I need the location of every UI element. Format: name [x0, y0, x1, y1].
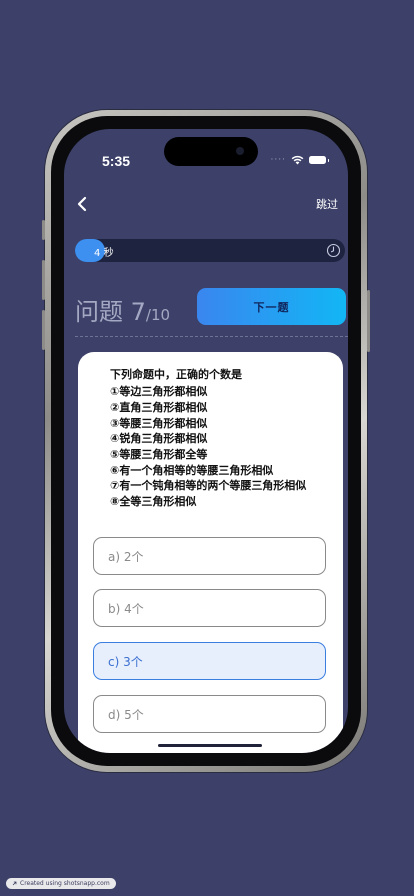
- created-using-badge[interactable]: Created using shotsnapp.com: [6, 878, 116, 889]
- status-time: 5:35: [102, 153, 131, 169]
- question-card: 下列命题中，正确的个数是 ①等边三角形都相似 ②直角三角形都相似 ③等腰三角形都…: [78, 352, 343, 753]
- timer-unit: 秒: [103, 248, 114, 259]
- signal-icon: ····: [270, 155, 286, 165]
- statement-3: ③等腰三角形都相似: [110, 417, 208, 430]
- answer-option-d[interactable]: d) 5个: [93, 695, 326, 733]
- question-total: /10: [145, 306, 171, 324]
- skip-button[interactable]: 跳过: [316, 196, 338, 212]
- dashed-divider: [75, 336, 348, 337]
- statement-7: ⑦有一个钝角相等的两个等腰三角形相似: [110, 479, 307, 492]
- statement-4: ④锐角三角形都相似: [110, 432, 208, 445]
- arrow-up-right-icon: [12, 881, 17, 886]
- question-title: 下列命题中，正确的个数是: [110, 368, 242, 381]
- phone-bezel: 5:35 ···· 跳过 4 秒 问题 7/10 下一题 下列命题中，正确的个数…: [51, 116, 361, 766]
- statement-6: ⑥有一个角相等的等腰三角形相似: [110, 464, 274, 477]
- page-canvas: 5:35 ···· 跳过 4 秒 问题 7/10 下一题 下列命题中，正确的个数…: [0, 0, 414, 896]
- question-prefix: 问题: [75, 298, 123, 326]
- action-button: [42, 220, 45, 240]
- back-button[interactable]: [72, 193, 92, 215]
- statement-1: ①等边三角形都相似: [110, 385, 208, 398]
- answer-option-c[interactable]: c) 3个: [93, 642, 326, 680]
- timer-seconds: 4: [94, 248, 101, 259]
- home-indicator[interactable]: [158, 744, 262, 747]
- power-button: [367, 290, 370, 352]
- timer-bar: 4 秒: [75, 239, 345, 262]
- statement-8: ⑧全等三角形相似: [110, 495, 197, 508]
- phone-frame: 5:35 ···· 跳过 4 秒 问题 7/10 下一题 下列命题中，正确的个数…: [42, 110, 370, 772]
- dynamic-island: [164, 137, 258, 166]
- volume-up-button: [42, 260, 45, 300]
- question-counter: 问题 7/10: [75, 292, 170, 327]
- volume-down-button: [42, 310, 45, 350]
- chevron-left-icon: [77, 196, 87, 212]
- clock-icon: [326, 243, 341, 258]
- next-question-button[interactable]: 下一题: [197, 288, 346, 325]
- front-camera-icon: [236, 147, 244, 155]
- timer-label: 4 秒: [94, 244, 114, 259]
- question-number: 7: [130, 298, 146, 326]
- answer-option-b[interactable]: b) 4个: [93, 589, 326, 627]
- app-screen: 5:35 ···· 跳过 4 秒 问题 7/10 下一题 下列命题中，正确的个数…: [64, 129, 348, 753]
- answer-option-a[interactable]: a) 2个: [93, 537, 326, 575]
- wifi-icon: [291, 155, 304, 165]
- badge-text: Created using shotsnapp.com: [20, 880, 110, 887]
- battery-icon: [309, 156, 329, 164]
- statement-5: ⑤等腰三角形都全等: [110, 448, 208, 461]
- statement-2: ②直角三角形都相似: [110, 401, 208, 414]
- status-indicators: ····: [270, 155, 329, 165]
